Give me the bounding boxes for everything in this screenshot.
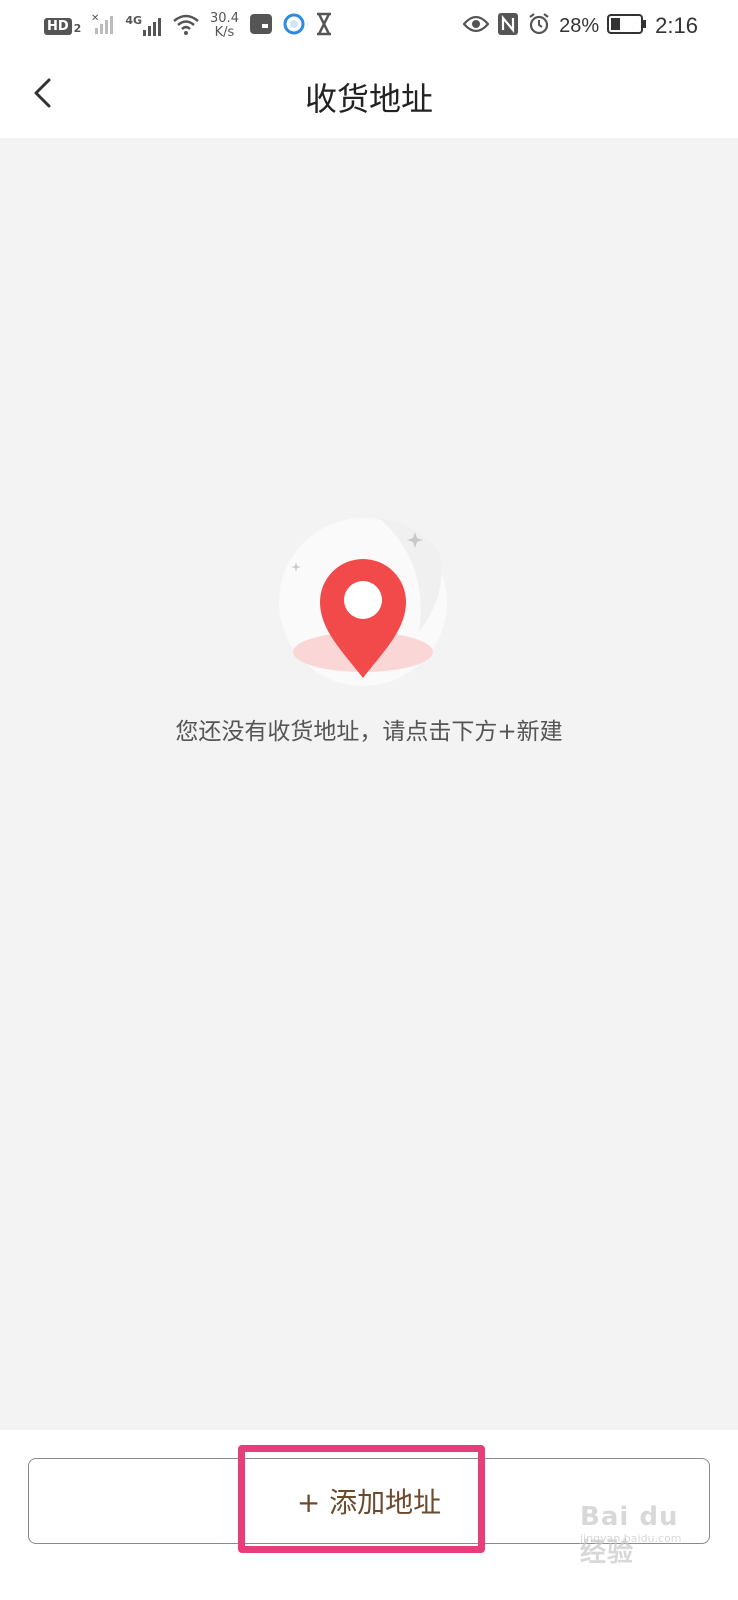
eye-icon [462, 14, 490, 38]
wifi-icon [172, 12, 200, 40]
nfc-icon [497, 12, 519, 40]
page-title: 收货地址 [304, 80, 433, 118]
network-speed: 30.4 K/s [210, 12, 239, 40]
empty-state-message: 您还没有收货地址，请点击下方+新建 [175, 719, 563, 745]
navigation-bar: 收货地址 [0, 52, 738, 138]
empty-address-illustration [279, 512, 459, 692]
hourglass-icon [315, 12, 333, 40]
svg-text:✕: ✕ [91, 13, 99, 24]
battery-icon [607, 13, 647, 39]
battery-percent: 28% [559, 14, 600, 37]
status-bar: HD 2 ✕ 4G 30.4 K/s 28% 2:16 [0, 0, 738, 52]
clock-time: 2:16 [655, 13, 698, 38]
status-left-group: HD 2 ✕ 4G 30.4 K/s [44, 8, 333, 44]
location-pin-icon [279, 518, 447, 686]
hd-sim: 2 [73, 21, 82, 35]
browser-icon [283, 13, 305, 39]
status-right-group: 28% 2:16 [462, 8, 698, 44]
alarm-icon [527, 12, 551, 40]
watermark-sub: jingyan.baidu.com [580, 1532, 682, 1545]
hd-icon: HD 2 [44, 17, 82, 35]
speed-unit: K/s [214, 25, 235, 40]
signal-off-icon: ✕ [91, 12, 115, 40]
app-notification-icon [249, 12, 273, 40]
signal-4g-icon: 4G [125, 14, 162, 38]
network-type: 4G [125, 14, 143, 27]
add-address-label: + 添加地址 [296, 1486, 442, 1519]
speed-value: 30.4 [210, 11, 239, 26]
hd-label: HD [44, 17, 72, 35]
baidu-watermark: Bai du 经验 jingyan.baidu.com [580, 1496, 700, 1568]
